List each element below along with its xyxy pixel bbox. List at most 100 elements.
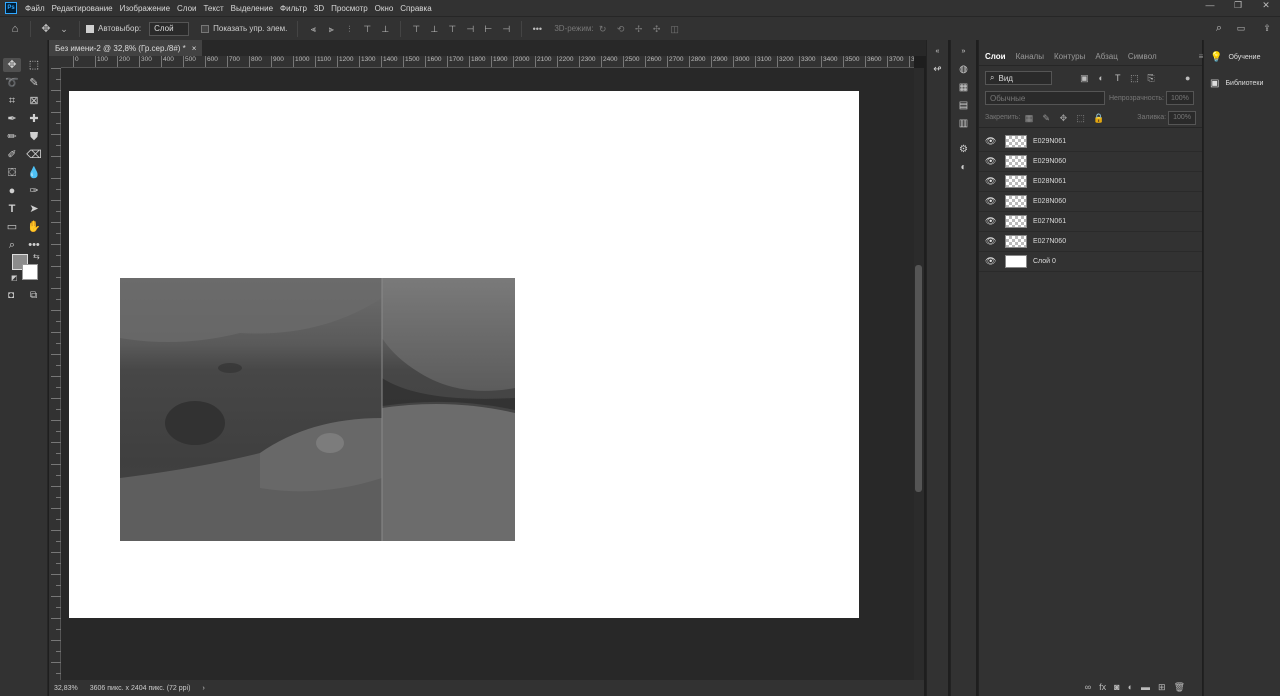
orbit-3d-icon[interactable]: ↻ xyxy=(598,24,608,34)
new-adjustment-layer-icon[interactable]: ◐ xyxy=(1128,682,1133,692)
menu-item[interactable]: Справка xyxy=(400,4,431,13)
show-transform-checkbox[interactable] xyxy=(201,24,210,33)
default-colors-icon[interactable]: ◩ xyxy=(11,274,18,282)
slide-3d-icon[interactable]: ✣ xyxy=(652,24,662,34)
filter-adjustment-icon[interactable]: ◐ xyxy=(1097,73,1106,83)
chevron-down-icon[interactable]: ⌄ xyxy=(59,24,69,34)
dodge-tool-icon[interactable]: ● xyxy=(3,184,21,198)
align-center-h-icon[interactable]: ⫸ xyxy=(326,24,336,34)
libraries-panel-button[interactable]: ▣ Библиотеки xyxy=(1204,74,1280,92)
pan-3d-icon[interactable]: ✢ xyxy=(634,24,644,34)
distribute-top-icon[interactable]: ⊤ xyxy=(411,24,421,34)
panel-tab[interactable]: Контуры xyxy=(1054,52,1085,61)
layer-style-icon[interactable]: fx xyxy=(1099,682,1106,692)
layer-row[interactable]: 👁 E027N061 xyxy=(979,212,1202,232)
panel-tab[interactable]: Каналы xyxy=(1016,52,1044,61)
status-menu-arrow[interactable]: › xyxy=(202,685,204,692)
lock-position-icon[interactable]: ✥ xyxy=(1059,113,1068,123)
path-selection-tool-icon[interactable]: ➤ xyxy=(25,202,43,216)
workspace-icon[interactable]: ▭ xyxy=(1236,23,1246,33)
paint-bucket-tool-icon[interactable]: ⛋ xyxy=(3,166,21,180)
brush-tool-icon[interactable]: ✏ xyxy=(3,130,21,144)
layer-row[interactable]: 👁 E028N060 xyxy=(979,192,1202,212)
distribute-left-icon[interactable]: ⊣ xyxy=(465,24,475,34)
menu-item[interactable]: Файл xyxy=(25,4,45,13)
visibility-eye-icon[interactable]: 👁 xyxy=(985,176,996,187)
vertical-scroll-thumb[interactable] xyxy=(915,265,922,492)
share-icon[interactable]: ⇪ xyxy=(1262,23,1272,33)
type-tool-icon[interactable]: T xyxy=(3,202,21,216)
panel-tab[interactable]: Символ xyxy=(1128,52,1157,61)
color-panel-icon[interactable]: ◍ xyxy=(957,64,971,76)
background-color-swatch[interactable] xyxy=(22,264,38,280)
document-tab[interactable]: Без имени-2 @ 32,8% (Гр.сер./8#) * × xyxy=(49,40,203,56)
terrain-image-layer[interactable] xyxy=(120,278,515,541)
roll-3d-icon[interactable]: ⟲ xyxy=(616,24,626,34)
minimize-icon[interactable]: — xyxy=(1196,0,1224,11)
fill-input[interactable]: 100% xyxy=(1168,110,1197,125)
autoselect-select[interactable]: Слой xyxy=(149,21,190,36)
menu-item[interactable]: Выделение xyxy=(231,4,273,13)
align-right-icon[interactable]: ⫶ xyxy=(344,24,354,34)
add-mask-icon[interactable]: ◙ xyxy=(1114,682,1119,692)
filter-smart-object-icon[interactable]: ⎘ xyxy=(1147,73,1156,83)
lock-artboard-icon[interactable]: ⬚ xyxy=(1076,113,1085,123)
hand-tool-icon[interactable]: ✋ xyxy=(25,220,43,234)
menu-item[interactable]: Окно xyxy=(375,4,394,13)
close-tab-icon[interactable]: × xyxy=(192,44,197,53)
blend-mode-select[interactable]: Обычные xyxy=(985,91,1105,105)
lock-transparent-icon[interactable]: ▦ xyxy=(1024,113,1034,123)
pen-tool-icon[interactable]: ✑ xyxy=(25,184,43,198)
swatches-panel-icon[interactable]: ▦ xyxy=(957,82,971,94)
link-layers-icon[interactable]: ∞ xyxy=(1085,682,1091,692)
layer-filter-select[interactable]: ⌕ Вид xyxy=(985,71,1053,85)
distribute-center-icon[interactable]: ⊢ xyxy=(483,24,493,34)
swap-colors-icon[interactable]: ⇆ xyxy=(33,252,40,261)
gradients-panel-icon[interactable]: ▤ xyxy=(957,100,971,112)
distribute-middle-icon[interactable]: ⊥ xyxy=(429,24,439,34)
filter-type-icon[interactable]: T xyxy=(1113,73,1122,83)
screen-mode-icon[interactable]: ⧉ xyxy=(30,290,37,301)
adjustments-panel-icon[interactable]: ◐ xyxy=(957,162,971,174)
properties-panel-icon[interactable]: ⚙ xyxy=(957,144,971,156)
align-left-icon[interactable]: ⫷ xyxy=(308,24,318,34)
move-tool-preset-icon[interactable]: ✥ xyxy=(41,23,51,34)
history-brush-tool-icon[interactable]: ✐ xyxy=(3,148,21,162)
restore-icon[interactable]: ❐ xyxy=(1224,0,1252,11)
visibility-eye-icon[interactable]: 👁 xyxy=(985,256,996,267)
expand-panels-icon[interactable]: » xyxy=(957,46,971,58)
new-group-icon[interactable]: ▬ xyxy=(1141,682,1150,692)
rectangle-tool-icon[interactable]: ▭ xyxy=(3,220,21,234)
quick-mask-icon[interactable]: ◘ xyxy=(8,290,14,301)
layer-row[interactable]: 👁 E029N061 xyxy=(979,132,1202,152)
distribute-right-icon[interactable]: ⊣ xyxy=(501,24,511,34)
opacity-input[interactable]: 100% xyxy=(1166,91,1194,105)
history-panel-icon[interactable]: ↫ xyxy=(931,64,945,76)
panel-tab[interactable]: Слои xyxy=(985,52,1006,61)
align-top-icon[interactable]: ⊤ xyxy=(362,24,372,34)
clone-stamp-tool-icon[interactable]: ⛊ xyxy=(25,130,43,144)
panel-tab[interactable]: Абзац xyxy=(1095,52,1117,61)
more-options-icon[interactable]: ••• xyxy=(532,24,542,34)
edit-toolbar-icon[interactable]: ••• xyxy=(25,238,43,252)
scale-3d-icon[interactable]: ◫ xyxy=(670,24,680,34)
lasso-tool-icon[interactable]: ➰ xyxy=(3,76,21,90)
crop-tool-icon[interactable]: ⌗ xyxy=(3,94,21,108)
distribute-bottom-icon[interactable]: ⊤ xyxy=(447,24,457,34)
close-window-icon[interactable]: ✕ xyxy=(1252,0,1280,11)
healing-brush-tool-icon[interactable]: ✚ xyxy=(25,112,43,126)
menu-item[interactable]: Редактирование xyxy=(52,4,113,13)
layer-row[interactable]: 👁 E029N060 xyxy=(979,152,1202,172)
new-layer-icon[interactable]: ⊞ xyxy=(1158,682,1166,693)
filter-toggle-icon[interactable]: ● xyxy=(1183,73,1192,83)
lock-image-icon[interactable]: ✎ xyxy=(1042,113,1051,123)
visibility-eye-icon[interactable]: 👁 xyxy=(985,216,996,227)
delete-layer-icon[interactable]: 🗑 xyxy=(1174,682,1185,693)
zoom-level[interactable]: 32,83% xyxy=(54,685,78,692)
menu-item[interactable]: Слои xyxy=(177,4,196,13)
blur-tool-icon[interactable]: 💧 xyxy=(25,166,43,180)
menu-item[interactable]: 3D xyxy=(314,4,324,13)
menu-item[interactable]: Фильтр xyxy=(280,4,307,13)
eyedropper-tool-icon[interactable]: ✒ xyxy=(3,112,21,126)
search-icon[interactable]: ⌕ xyxy=(1214,23,1224,34)
